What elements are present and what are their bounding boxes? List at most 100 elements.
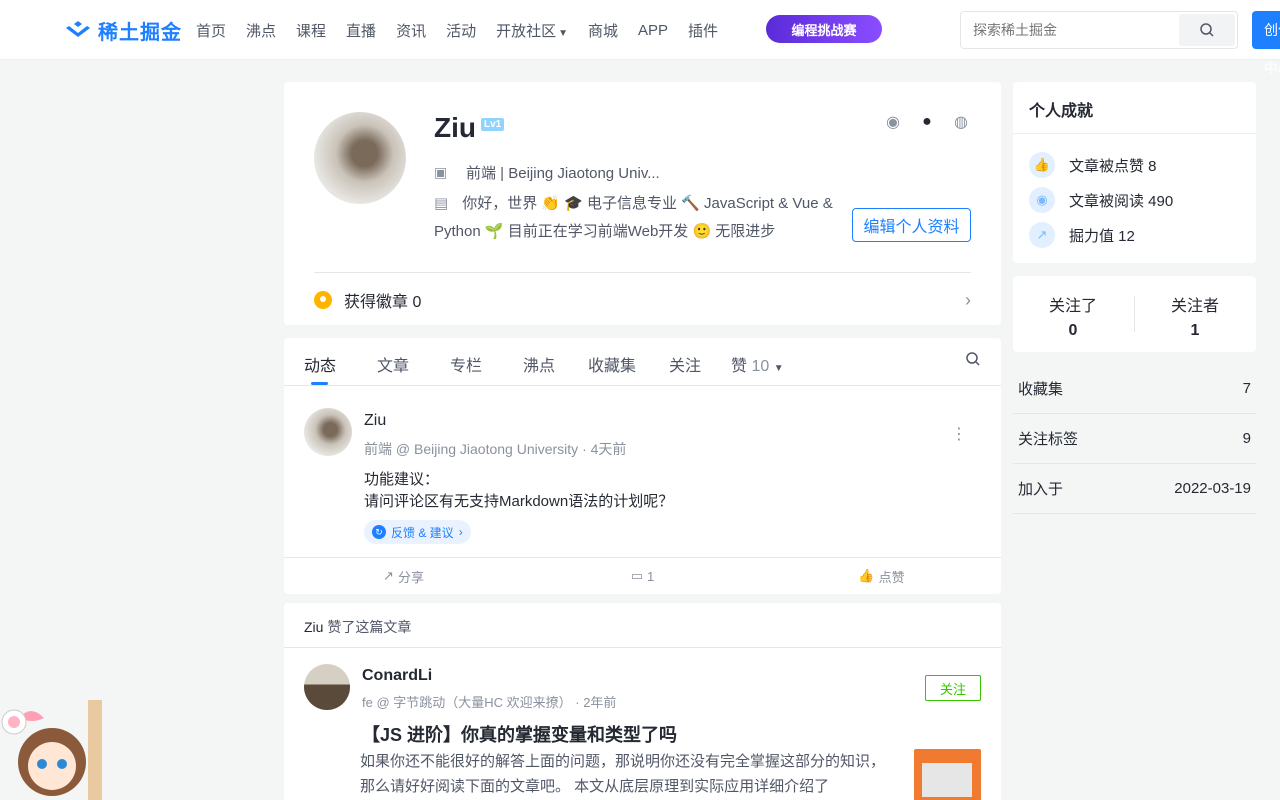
stat-likes: 👍 文章被点赞 8 bbox=[1029, 152, 1157, 178]
joined-row: 加入于 2022-03-19 bbox=[1013, 464, 1256, 514]
share-icon: ↗ bbox=[383, 568, 394, 583]
tab-activity[interactable]: 动态 bbox=[304, 352, 336, 376]
search-button[interactable] bbox=[1179, 14, 1235, 46]
profile-meta-list: 收藏集 7 关注标签 9 加入于 2022-03-19 bbox=[1013, 364, 1256, 514]
profile-tabs: 动态 文章 专栏 沸点 收藏集 关注 赞 10 ▼ bbox=[284, 338, 1001, 386]
article-meta: fe @ 字节跳动（大量HC 欢迎来撩） · 2年前 bbox=[362, 695, 617, 710]
follow-button[interactable]: 关注 bbox=[925, 675, 981, 701]
comment-button[interactable]: ▭ 1 bbox=[523, 558, 762, 594]
chevron-down-icon: ▼ bbox=[558, 27, 569, 39]
divider bbox=[284, 647, 1001, 648]
logo-text: 稀土掘金 bbox=[98, 21, 182, 44]
divider bbox=[314, 272, 971, 273]
nav-news[interactable]: 资讯 bbox=[396, 20, 426, 41]
like-button[interactable]: 👍 点赞 bbox=[762, 558, 1001, 594]
collections-row[interactable]: 收藏集 7 bbox=[1013, 364, 1256, 414]
nav-open-community-label: 开放社区 bbox=[496, 22, 557, 40]
job-title: 前端 | Beijing Jiaotong Univ... bbox=[466, 165, 660, 182]
profile-username: Ziu bbox=[434, 112, 476, 143]
badges-label: 获得徽章 0 bbox=[344, 294, 422, 311]
like-count: 10 bbox=[751, 358, 770, 375]
meta-label: 加入于 bbox=[1018, 481, 1064, 498]
eye-icon: ◉ bbox=[1029, 187, 1055, 213]
github-icon[interactable]: ● bbox=[917, 112, 937, 132]
tab-collections[interactable]: 收藏集 bbox=[588, 352, 636, 376]
post-meta: 前端 @ Beijing Jiaotong University · 4天前 bbox=[364, 441, 627, 457]
top-navbar: 稀土掘金 首页 沸点 课程 直播 资讯 活动 开放社区 ▼ 商城 APP 插件 编… bbox=[0, 0, 1280, 76]
id-card-icon: ▤ bbox=[434, 195, 449, 212]
medal-icon bbox=[314, 291, 332, 309]
search-box bbox=[960, 11, 1238, 49]
badges-row[interactable]: 获得徽章 0 › bbox=[314, 288, 971, 312]
followers-label: 关注者 bbox=[1170, 298, 1219, 315]
divider bbox=[1013, 133, 1256, 134]
tab-columns[interactable]: 专栏 bbox=[450, 352, 482, 376]
liker-name[interactable]: Ziu bbox=[304, 619, 323, 635]
active-tab-indicator bbox=[311, 382, 328, 385]
activity-card: 动态 文章 专栏 沸点 收藏集 关注 赞 10 ▼ Ziu 前端 @ Beiji… bbox=[284, 338, 1001, 594]
article-author[interactable]: ConardLi bbox=[362, 667, 432, 685]
logo[interactable]: 稀土掘金 bbox=[64, 15, 182, 45]
comment-icon: ▭ bbox=[630, 568, 644, 583]
article-abstract[interactable]: 如果你还不能很好的解答上面的问题，那说明你还没有完全掌握这部分的知识，那么请好好… bbox=[360, 749, 890, 799]
nav-pins[interactable]: 沸点 bbox=[246, 20, 276, 41]
nav-menu: 首页 沸点 课程 直播 资讯 活动 开放社区 ▼ 商城 APP 插件 bbox=[196, 0, 738, 60]
promo-banner[interactable]: 编程挑战赛 bbox=[766, 15, 882, 43]
liked-header: Ziu 赞了这篇文章 bbox=[304, 617, 411, 637]
bio: ▤ 你好，世界 👏 🎓 电子信息专业 🔨 JavaScript & Vue & P… bbox=[434, 190, 834, 246]
globe-icon[interactable]: ◍ bbox=[951, 112, 971, 132]
search-input[interactable] bbox=[961, 12, 1171, 48]
nav-events[interactable]: 活动 bbox=[446, 20, 476, 41]
achievements-card: 个人成就 👍 文章被点赞 8 ◉ 文章被阅读 490 ↗ 掘力值 12 bbox=[1013, 82, 1256, 263]
share-button[interactable]: ↗ 分享 bbox=[284, 558, 523, 594]
stat-power: ↗ 掘力值 12 bbox=[1029, 222, 1135, 248]
bio-text: 你好，世界 👏 🎓 电子信息专业 🔨 JavaScript & Vue & Py… bbox=[434, 195, 833, 240]
followers-stat[interactable]: 关注者 1 bbox=[1135, 292, 1255, 340]
mascot-widget[interactable] bbox=[0, 700, 102, 800]
mascot-illustration bbox=[1, 700, 102, 800]
article-thumbnail[interactable] bbox=[914, 749, 981, 800]
stat-reads-label: 文章被阅读 490 bbox=[1069, 192, 1174, 210]
topic-tag-label: 反馈 & 建议 bbox=[391, 525, 454, 540]
tab-likes[interactable]: 赞 10 ▼ bbox=[731, 352, 784, 376]
nav-open-community[interactable]: 开放社区 ▼ bbox=[496, 20, 568, 41]
post-content[interactable]: 功能建议： 请问评论区有无支持Markdown语法的计划呢？ bbox=[364, 469, 673, 513]
thumbs-up-icon: 👍 bbox=[858, 568, 875, 583]
weibo-icon[interactable]: ◉ bbox=[883, 112, 903, 132]
following-stat[interactable]: 关注了 0 bbox=[1013, 292, 1133, 340]
avatar[interactable] bbox=[314, 112, 406, 204]
juejin-logo-icon bbox=[66, 21, 90, 37]
thumbs-up-icon: 👍 bbox=[1029, 152, 1055, 178]
author-avatar[interactable] bbox=[304, 664, 350, 710]
nav-courses[interactable]: 课程 bbox=[296, 20, 326, 41]
liked-action: 赞了这篇文章 bbox=[323, 619, 412, 635]
tab-pins[interactable]: 沸点 bbox=[523, 352, 555, 376]
tab-following[interactable]: 关注 bbox=[669, 352, 701, 376]
nav-home[interactable]: 首页 bbox=[196, 20, 226, 41]
edit-profile-button[interactable]: 编辑个人资料 bbox=[852, 208, 971, 242]
creator-center-button[interactable]: 创作者中心 bbox=[1252, 11, 1280, 76]
more-options-icon[interactable]: ⋮ bbox=[951, 424, 967, 444]
level-badge[interactable]: Lv1 bbox=[481, 118, 505, 131]
nav-store[interactable]: 商城 bbox=[588, 20, 618, 41]
post-actions: ↗ 分享 ▭ 1 👍 点赞 bbox=[284, 557, 1001, 594]
briefcase-icon: ▣ bbox=[434, 164, 448, 180]
followers-count: 1 bbox=[1190, 322, 1200, 339]
feedback-icon: ↻ bbox=[372, 525, 386, 539]
tags-row[interactable]: 关注标签 9 bbox=[1013, 414, 1256, 464]
stat-power-label: 掘力值 12 bbox=[1069, 227, 1135, 245]
follow-stats-card: 关注了 0 关注者 1 bbox=[1013, 276, 1256, 352]
post-avatar[interactable] bbox=[304, 408, 352, 456]
social-links: ◉ ● ◍ bbox=[883, 112, 971, 132]
nav-app[interactable]: APP bbox=[638, 22, 668, 39]
nav-plugins[interactable]: 插件 bbox=[688, 20, 718, 41]
topic-tag[interactable]: ↻ 反馈 & 建议 › bbox=[364, 520, 471, 544]
following-count: 0 bbox=[1068, 322, 1078, 339]
nav-live[interactable]: 直播 bbox=[346, 20, 376, 41]
tab-search-button[interactable] bbox=[965, 351, 981, 372]
tab-articles[interactable]: 文章 bbox=[377, 352, 409, 376]
like-label: 点赞 bbox=[878, 569, 905, 585]
chevron-right-icon: › bbox=[458, 525, 463, 539]
article-title[interactable]: 【JS 进阶】你真的掌握变量和类型了吗 bbox=[362, 721, 677, 747]
post-author[interactable]: Ziu bbox=[364, 412, 386, 430]
